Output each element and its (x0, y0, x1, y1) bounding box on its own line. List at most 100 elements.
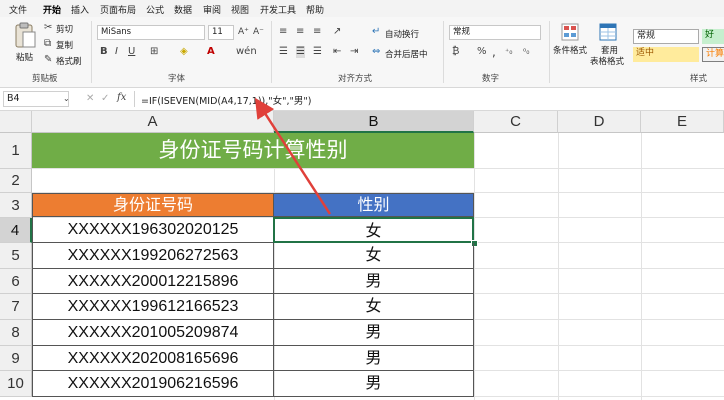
chevron-down-icon[interactable]: ⌄ (63, 93, 70, 105)
column-header-b[interactable]: B (274, 111, 474, 133)
gridline (32, 168, 724, 169)
copy-button[interactable]: 复制 (56, 39, 73, 51)
border-icon[interactable]: ⊞ (150, 46, 158, 58)
gender-cell[interactable]: 男 (273, 371, 474, 397)
format-as-table-line2[interactable]: 表格格式 (590, 55, 624, 67)
align-middle-icon[interactable]: ≡ (296, 26, 304, 38)
bold-icon[interactable]: B (100, 46, 108, 58)
phonetic-icon[interactable]: wén (236, 46, 257, 58)
orientation-icon[interactable]: ↗ (333, 26, 341, 38)
name-box[interactable]: B4 (3, 91, 69, 107)
id-cell[interactable]: XXXXXX199206272563 (32, 243, 274, 269)
gender-cell[interactable]: 男 (273, 346, 474, 371)
column-header-a[interactable]: A (32, 111, 274, 133)
row-header-9[interactable]: 9 (0, 346, 32, 371)
row-header-10[interactable]: 10 (0, 371, 32, 397)
format-painter-icon[interactable]: ✎ (44, 54, 52, 66)
id-cell[interactable]: XXXXXX196302020125 (32, 217, 274, 243)
format-as-table-icon[interactable] (599, 23, 617, 41)
align-right-icon[interactable]: ☰ (313, 46, 322, 58)
row-header-2[interactable]: 2 (0, 169, 32, 193)
conditional-format-button[interactable]: 条件格式 (553, 44, 587, 56)
title-cell[interactable]: 身份证号码计算性别 (32, 133, 474, 168)
increase-decimal-icon[interactable]: ⁺₀ (505, 46, 512, 58)
select-all-corner[interactable] (0, 111, 32, 133)
id-cell[interactable]: XXXXXX201005209874 (32, 320, 274, 346)
font-shrink-icon[interactable]: A⁻ (253, 26, 264, 38)
font-size-select[interactable]: 11 (208, 25, 234, 40)
row-header-3[interactable]: 3 (0, 193, 32, 218)
style-normal[interactable]: 常规 (633, 29, 699, 44)
align-top-icon[interactable]: ≡ (279, 26, 287, 38)
copy-icon[interactable]: ⧉ (44, 38, 51, 50)
styles-group-label: 样式 (690, 74, 708, 84)
font-name-select[interactable]: MiSans (97, 25, 205, 40)
column-header-d[interactable]: D (558, 111, 641, 133)
percent-icon[interactable]: % (477, 46, 487, 58)
decrease-decimal-icon[interactable]: ⁰₀ (523, 46, 529, 58)
gender-cell[interactable]: 女 (273, 243, 474, 269)
gender-cell-selected[interactable]: 女 (273, 217, 474, 243)
merge-center-button[interactable]: 合并后居中 (385, 48, 428, 60)
menu-insert[interactable]: 插入 (71, 3, 89, 16)
outdent-icon[interactable]: ⇥ (350, 46, 358, 58)
enter-icon[interactable]: ✓ (101, 93, 109, 105)
comma-icon[interactable]: , (492, 46, 496, 58)
wrap-text-button[interactable]: 自动换行 (385, 28, 419, 40)
header-cell-gender[interactable]: 性别 (273, 193, 474, 217)
alignment-group-label: 对齐方式 (338, 74, 373, 84)
font-color-icon[interactable]: A (207, 46, 215, 58)
menu-data[interactable]: 数据 (174, 3, 192, 16)
id-cell[interactable]: XXXXXX200012215896 (32, 269, 274, 294)
align-bottom-icon[interactable]: ≡ (313, 26, 321, 38)
formula-bar: B4 ⌄ ✕ ✓ fx =IF(ISEVEN(MID(A4,17,1)),"女"… (0, 88, 724, 111)
menu-developer[interactable]: 开发工具 (260, 3, 296, 16)
number-format-select[interactable]: 常规 (449, 25, 541, 40)
format-painter-button[interactable]: 格式刷 (56, 55, 82, 67)
merge-center-icon[interactable]: ⇔ (372, 46, 380, 58)
row-header-4[interactable]: 4 (0, 218, 32, 243)
italic-icon[interactable]: I (115, 46, 118, 58)
menu-help[interactable]: 帮助 (306, 3, 324, 16)
cancel-icon[interactable]: ✕ (86, 93, 94, 105)
function-icon[interactable]: fx (117, 92, 126, 104)
menu-view[interactable]: 视图 (231, 3, 249, 16)
style-neutral[interactable]: 适中 (633, 47, 699, 62)
id-cell[interactable]: XXXXXX199612166523 (32, 294, 274, 320)
gender-cell[interactable]: 男 (273, 320, 474, 346)
menu-review[interactable]: 审阅 (203, 3, 221, 16)
row-header-6[interactable]: 6 (0, 269, 32, 294)
row-header-7[interactable]: 7 (0, 294, 32, 320)
conditional-format-icon[interactable] (561, 23, 579, 41)
currency-icon[interactable]: ₿ (452, 46, 459, 58)
gender-cell[interactable]: 男 (273, 269, 474, 294)
align-left-icon[interactable]: ☰ (279, 46, 288, 58)
menu-home[interactable]: 开始 (43, 3, 62, 19)
id-cell[interactable]: XXXXXX201906216596 (32, 371, 274, 397)
font-grow-icon[interactable]: A⁺ (238, 26, 249, 38)
wrap-text-icon[interactable]: ↵ (372, 26, 380, 38)
column-header-e[interactable]: E (641, 111, 724, 133)
indent-icon[interactable]: ⇤ (333, 46, 341, 58)
menu-formulas[interactable]: 公式 (146, 3, 164, 16)
id-cell[interactable]: XXXXXX202008165696 (32, 346, 274, 371)
cut-icon[interactable]: ✂ (44, 22, 52, 34)
gender-cell[interactable]: 女 (273, 294, 474, 320)
formula-input[interactable]: =IF(ISEVEN(MID(A4,17,1)),"女","男") (141, 93, 311, 107)
fill-color-icon[interactable]: ◈ (180, 46, 188, 58)
align-center-icon[interactable]: ☰ (296, 46, 305, 58)
menu-file[interactable]: 文件 (9, 3, 27, 16)
style-good[interactable]: 好 (702, 29, 724, 44)
paste-button[interactable]: 粘贴 (12, 21, 38, 67)
cut-button[interactable]: 剪切 (56, 23, 73, 35)
style-calculation[interactable]: 计算 (702, 47, 724, 62)
menu-page-layout[interactable]: 页面布局 (100, 3, 136, 16)
row-header-1[interactable]: 1 (0, 133, 32, 169)
header-cell-id[interactable]: 身份证号码 (32, 193, 274, 217)
row-header-5[interactable]: 5 (0, 243, 32, 269)
paste-icon (15, 22, 36, 48)
column-header-c[interactable]: C (474, 111, 558, 133)
row-header-8[interactable]: 8 (0, 320, 32, 346)
formula-divider (134, 91, 135, 107)
underline-icon[interactable]: U (128, 46, 135, 58)
